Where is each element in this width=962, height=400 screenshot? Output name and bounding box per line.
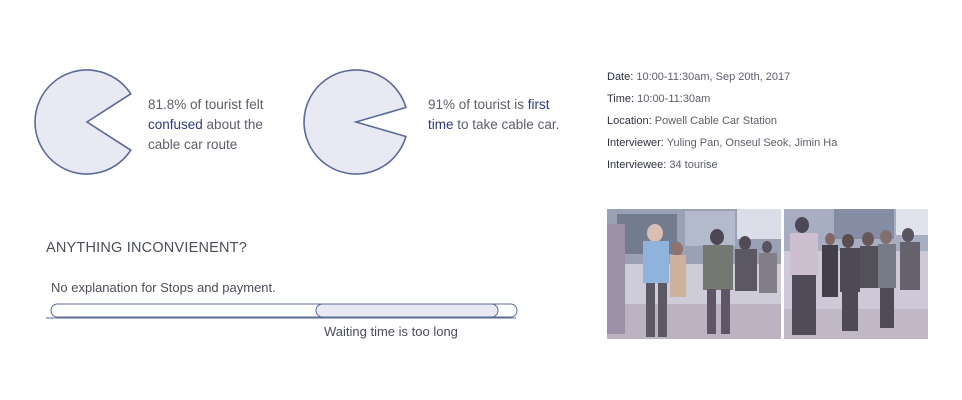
info-date: Date: 10:00-11:30am, Sep 20th, 2017 [607, 66, 837, 88]
stat-first-time-text: 91% of tourist is first time to take cab… [428, 95, 568, 135]
inconvenient-heading: ANYTHING INCONVIENENT? [46, 240, 247, 256]
stat-confused-pre: 81.8% of tourist felt [148, 97, 264, 112]
interview-info: Date: 10:00-11:30am, Sep 20th, 2017 Time… [607, 66, 837, 176]
inconvenient-bar [46, 303, 518, 319]
info-time: Time: 10:00-11:30am [607, 88, 837, 110]
pie-slice-first-time [303, 69, 407, 175]
photo-crowd-1 [607, 209, 781, 339]
info-location-label: Location: [607, 115, 652, 127]
photo-crowd-1-image [607, 209, 781, 339]
info-date-value: 10:00-11:30am, Sep 20th, 2017 [633, 71, 791, 83]
info-interviewee-label: Interviewee: [607, 159, 667, 171]
stat-confused-text: 81.8% of tourist felt confused about the… [148, 95, 288, 155]
info-interviewer-label: Interviewer: [607, 137, 664, 149]
pie-chart-first-time [303, 69, 407, 175]
info-location: Location: Powell Cable Car Station [607, 110, 837, 132]
info-time-label: Time: [607, 93, 635, 105]
info-interviewee-value: 34 tourise [666, 159, 718, 171]
pie-slice-confused [34, 69, 132, 175]
info-interviewer-value: Yuling Pan, Onseul Seok, Jimin Ha [663, 137, 838, 149]
info-interviewee: Interviewee: 34 tourise [607, 154, 837, 176]
photo-crowd-2 [784, 209, 928, 339]
pie-chart-confused [34, 69, 132, 175]
info-location-value: Powell Cable Car Station [651, 115, 777, 127]
info-interviewer: Interviewer: Yuling Pan, Onseul Seok, Ji… [607, 132, 837, 154]
stat-first-time-post: to take cable car. [453, 117, 560, 132]
info-time-value: 10:00-11:30am [634, 93, 711, 105]
info-date-label: Date: [607, 71, 634, 83]
bar-segment-waiting [315, 303, 499, 318]
stat-confused-highlight: confused [148, 117, 203, 132]
stat-first-time-pre: 91% of tourist is [428, 97, 528, 112]
inconvenient-item-waiting: Waiting time is too long [324, 324, 458, 339]
photo-crowd-2-image [784, 209, 928, 339]
inconvenient-item-stops: No explanation for Stops and payment. [51, 280, 276, 295]
